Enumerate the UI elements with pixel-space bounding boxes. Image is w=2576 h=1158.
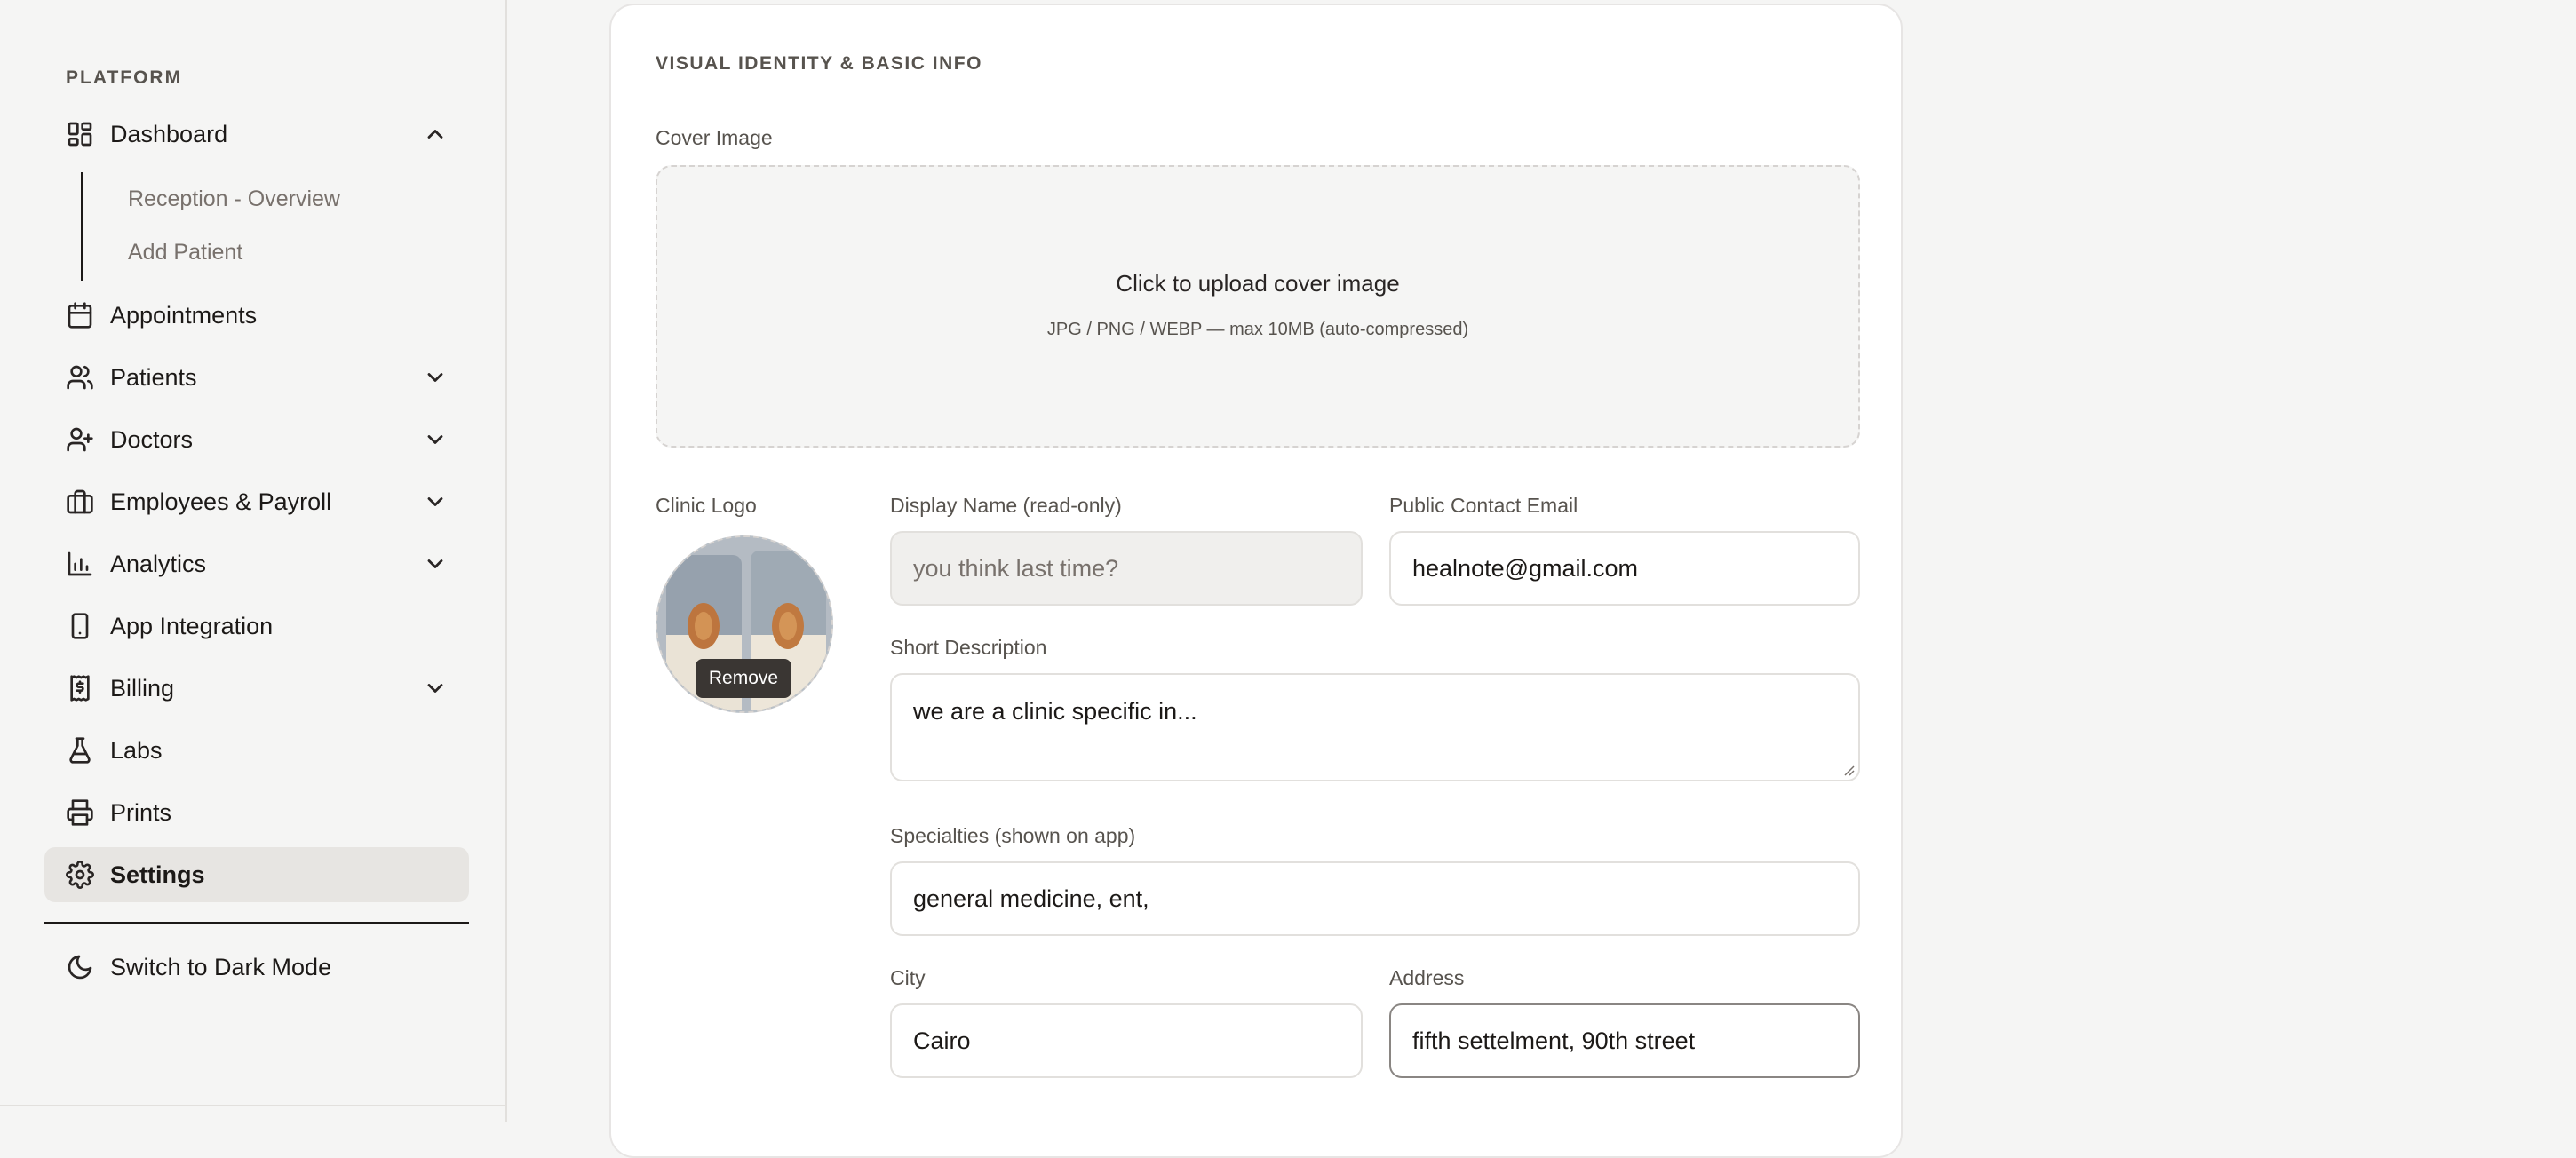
remove-logo-button[interactable]: Remove xyxy=(696,659,791,698)
flask-icon xyxy=(64,734,96,766)
short-description-value: we are a clinic specific in... xyxy=(913,698,1197,725)
specialties-label: Specialties (shown on app) xyxy=(890,824,1136,847)
sidebar-item-label: Doctors xyxy=(110,425,194,453)
sidebar-item-label: Appointments xyxy=(110,301,258,329)
sidebar-item-label: Settings xyxy=(110,861,205,888)
chevron-down-icon[interactable] xyxy=(423,365,448,390)
sidebar: PLATFORM Dashboard Reception - Overview … xyxy=(0,0,507,1122)
sidebar-item-label: App Integration xyxy=(110,612,274,639)
sidebar-item-appointments[interactable]: Appointments xyxy=(44,288,469,343)
short-description-label: Short Description xyxy=(890,636,1047,659)
sidebar-divider xyxy=(44,922,469,924)
chevron-down-icon[interactable] xyxy=(423,489,448,514)
users-icon xyxy=(64,361,96,393)
cover-image-label: Cover Image xyxy=(656,126,773,149)
sidebar-item-label: Analytics xyxy=(110,550,207,577)
sidebar-section-label: PLATFORM xyxy=(66,67,183,88)
visual-identity-card: VISUAL IDENTITY & BASIC INFO Cover Image… xyxy=(609,4,1903,1158)
dark-mode-label: Switch to Dark Mode xyxy=(110,953,332,980)
city-label: City xyxy=(890,966,926,989)
sidebar-item-label: Billing xyxy=(110,674,175,702)
display-name-input: you think last time? xyxy=(890,531,1363,606)
upload-title: Click to upload cover image xyxy=(1116,270,1400,297)
public-email-label: Public Contact Email xyxy=(1389,494,1578,517)
resize-grip-icon[interactable] xyxy=(1841,762,1855,776)
sidebar-footer-divider xyxy=(0,1105,507,1106)
clinic-logo-label: Clinic Logo xyxy=(656,494,757,517)
sidebar-item-doctors[interactable]: Doctors xyxy=(44,412,469,467)
cover-image-upload[interactable]: Click to upload cover image JPG / PNG / … xyxy=(656,165,1860,448)
bar-chart-icon xyxy=(64,548,96,580)
card-title: VISUAL IDENTITY & BASIC INFO xyxy=(656,53,982,74)
short-description-textarea[interactable]: we are a clinic specific in... xyxy=(890,673,1860,781)
chevron-down-icon[interactable] xyxy=(423,676,448,701)
upload-hint: JPG / PNG / WEBP — max 10MB (auto-compre… xyxy=(1046,320,1469,339)
sidebar-item-label: Employees & Payroll xyxy=(110,488,332,515)
sidebar-item-analytics[interactable]: Analytics xyxy=(44,536,469,591)
sidebar-item-patients[interactable]: Patients xyxy=(44,350,469,405)
sidebar-item-label: Labs xyxy=(110,736,163,764)
sidebar-item-labs[interactable]: Labs xyxy=(44,723,469,778)
address-input[interactable]: fifth settelment, 90th street xyxy=(1389,1003,1860,1078)
calendar-icon xyxy=(64,299,96,331)
sidebar-subitem-add-patient[interactable]: Add Patient xyxy=(128,240,242,266)
user-plus-icon xyxy=(64,424,96,456)
sidebar-item-billing[interactable]: Billing xyxy=(44,661,469,716)
city-input[interactable]: Cairo xyxy=(890,1003,1363,1078)
sidebar-item-label: Patients xyxy=(110,363,197,391)
sidebar-subitem-reception-overview[interactable]: Reception - Overview xyxy=(128,186,340,212)
printer-icon xyxy=(64,797,96,829)
dark-mode-toggle[interactable]: Switch to Dark Mode xyxy=(44,940,469,995)
sidebar-item-label: Prints xyxy=(110,798,172,826)
receipt-icon xyxy=(64,672,96,704)
display-name-label: Display Name (read-only) xyxy=(890,494,1122,517)
sidebar-item-employees-payroll[interactable]: Employees & Payroll xyxy=(44,474,469,529)
smartphone-icon xyxy=(64,610,96,642)
chevron-down-icon[interactable] xyxy=(423,551,448,576)
address-label: Address xyxy=(1389,966,1465,989)
submenu-line xyxy=(81,172,83,281)
sidebar-item-settings[interactable]: Settings xyxy=(44,847,469,902)
sidebar-item-app-integration[interactable]: App Integration xyxy=(44,599,469,654)
sidebar-item-dashboard[interactable]: Dashboard xyxy=(44,107,469,162)
dashboard-icon xyxy=(64,118,96,150)
specialties-input[interactable]: general medicine, ent, xyxy=(890,861,1860,936)
moon-icon xyxy=(64,951,96,983)
sidebar-item-prints[interactable]: Prints xyxy=(44,785,469,840)
chevron-up-icon[interactable] xyxy=(423,122,448,147)
chevron-down-icon[interactable] xyxy=(423,427,448,452)
sidebar-item-label: Dashboard xyxy=(110,120,228,147)
public-email-input[interactable]: healnote@gmail.com xyxy=(1389,531,1860,606)
briefcase-icon xyxy=(64,486,96,518)
gear-icon xyxy=(64,859,96,891)
